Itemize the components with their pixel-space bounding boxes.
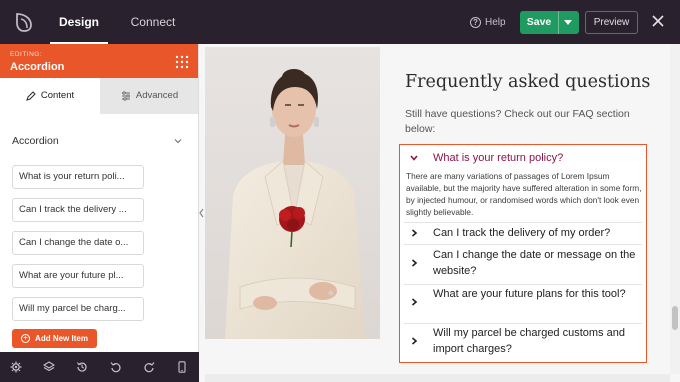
editing-label: EDITING: bbox=[10, 51, 43, 58]
collapse-sidebar-icon[interactable] bbox=[198, 206, 205, 220]
bottom-toolbar bbox=[0, 352, 199, 382]
model-photo-image bbox=[205, 47, 380, 339]
chevron-down-icon[interactable] bbox=[174, 137, 182, 145]
accordion-item-input[interactable]: What are your future pl... bbox=[12, 264, 144, 288]
tab-content[interactable]: Content bbox=[0, 78, 100, 114]
add-new-item-label: Add New Item bbox=[35, 334, 88, 343]
accordion-divider bbox=[404, 222, 642, 223]
layers-icon[interactable] bbox=[43, 361, 55, 373]
save-options-caret-icon[interactable] bbox=[564, 20, 572, 25]
tab-advanced[interactable]: Advanced bbox=[100, 78, 198, 114]
tab-advanced-label: Advanced bbox=[135, 90, 179, 101]
sidebar: EDITING: Accordion Content Advanced Acco… bbox=[0, 44, 199, 352]
chevron-right-icon[interactable] bbox=[410, 259, 418, 267]
accordion-block[interactable]: What is your return policy? There are ma… bbox=[399, 144, 647, 363]
section-title[interactable]: Accordion bbox=[12, 135, 59, 147]
tab-design[interactable]: Design bbox=[50, 0, 108, 44]
seedprod-leaf-icon[interactable] bbox=[12, 10, 36, 34]
history-icon[interactable] bbox=[76, 361, 88, 373]
editing-header: EDITING: Accordion bbox=[0, 44, 198, 78]
add-new-item-button[interactable]: + Add New Item bbox=[12, 329, 97, 348]
accordion-question[interactable]: Can I track the delivery of my order? bbox=[433, 225, 643, 241]
accordion-question[interactable]: What is your return policy? bbox=[433, 150, 643, 166]
accordion-answer: There are many variations of passages of… bbox=[406, 171, 642, 217]
undo-icon[interactable] bbox=[110, 361, 122, 373]
plus-circle-icon: + bbox=[21, 334, 31, 343]
settings-icon[interactable] bbox=[10, 361, 22, 373]
save-divider bbox=[558, 11, 559, 34]
save-button[interactable]: Save bbox=[520, 11, 579, 34]
help-link[interactable]: ? Help bbox=[470, 14, 506, 30]
faq-subtitle: Still have questions? Check out our FAQ … bbox=[405, 108, 630, 135]
chevron-right-icon[interactable] bbox=[410, 298, 418, 306]
accordion-question[interactable]: Will my parcel be charged customs and im… bbox=[433, 325, 643, 357]
mobile-preview-icon[interactable] bbox=[176, 361, 188, 373]
chevron-down-icon[interactable] bbox=[410, 154, 418, 162]
horizontal-scrollbar[interactable] bbox=[205, 374, 670, 382]
accordion-item-input[interactable]: Can I change the date o... bbox=[12, 231, 144, 255]
pencil-icon bbox=[25, 91, 36, 101]
tab-connect[interactable]: Connect bbox=[122, 0, 184, 44]
scrollbar-thumb[interactable] bbox=[672, 306, 678, 330]
accordion-item-input[interactable]: What is your return poli... bbox=[12, 165, 144, 189]
faq-title: Frequently asked questions bbox=[405, 72, 651, 92]
accordion-divider bbox=[404, 244, 642, 245]
chevron-right-icon[interactable] bbox=[410, 337, 418, 345]
save-label: Save bbox=[526, 16, 552, 28]
tab-content-label: Content bbox=[40, 90, 75, 101]
help-icon: ? bbox=[470, 16, 481, 28]
grid-icon[interactable] bbox=[175, 55, 189, 69]
help-label: Help bbox=[485, 16, 506, 28]
accordion-item-input[interactable]: Can I track the delivery ... bbox=[12, 198, 144, 222]
redo-icon[interactable] bbox=[143, 361, 155, 373]
panel-tabs: Content Advanced bbox=[0, 78, 198, 114]
accordion-divider bbox=[404, 284, 642, 285]
top-bar: Design Connect ? Help Save Preview bbox=[0, 0, 680, 44]
accordion-question[interactable]: What are your future plans for this tool… bbox=[433, 286, 643, 302]
accordion-question[interactable]: Can I change the date or message on the … bbox=[433, 247, 643, 279]
chevron-right-icon[interactable] bbox=[410, 229, 418, 237]
close-icon[interactable] bbox=[651, 14, 665, 28]
sliders-icon bbox=[121, 91, 130, 101]
accordion-item-input[interactable]: Will my parcel be charg... bbox=[12, 297, 144, 321]
accordion-divider bbox=[404, 323, 642, 324]
preview-button[interactable]: Preview bbox=[585, 11, 638, 34]
editing-title: Accordion bbox=[10, 61, 65, 73]
